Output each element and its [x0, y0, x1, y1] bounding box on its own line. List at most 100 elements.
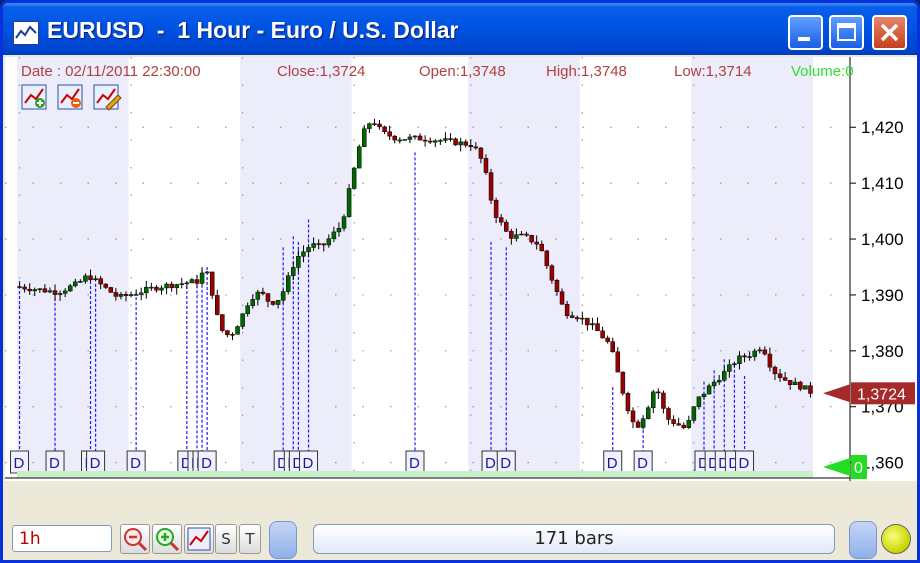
minimize-button[interactable] — [788, 15, 823, 50]
candle — [803, 385, 808, 390]
zoom-out-button[interactable] — [120, 524, 150, 554]
svg-text:D: D — [130, 455, 141, 472]
candle — [666, 406, 671, 425]
candle — [686, 415, 692, 430]
current-price-label: 1,3724 — [857, 386, 906, 403]
candle — [235, 325, 240, 335]
svg-text:D: D — [637, 455, 648, 472]
candle — [585, 317, 590, 331]
candle — [108, 286, 114, 293]
candle — [630, 407, 636, 429]
maximize-button[interactable] — [829, 15, 864, 50]
info-open: Open:1,3748 — [419, 63, 506, 80]
candle — [625, 391, 631, 415]
status-indicator-icon[interactable] — [881, 524, 911, 554]
chart-line-icon[interactable] — [13, 21, 39, 45]
candle — [656, 388, 661, 399]
add-indicator-icon[interactable] — [21, 84, 47, 110]
event-marker[interactable]: D — [603, 450, 623, 474]
price-chart[interactable]: DDDDDDDDDDDDDDDDDDDDDDD 1,4201,4101,4001… — [3, 57, 917, 521]
candle — [220, 314, 225, 333]
candle — [174, 283, 179, 295]
candle — [580, 311, 585, 325]
candle — [443, 132, 448, 143]
candle — [433, 139, 438, 148]
session-shade — [240, 57, 352, 478]
minimize-icon — [798, 37, 810, 41]
event-marker[interactable]: D — [299, 450, 319, 474]
event-marker[interactable]: D — [45, 450, 65, 474]
y-tick-label: 1,400 — [861, 230, 904, 249]
candle — [285, 272, 291, 295]
bars-count-label: 171 bars — [534, 528, 614, 549]
candle — [159, 285, 164, 295]
maximize-icon — [837, 23, 856, 41]
candle — [128, 291, 134, 298]
candle — [661, 390, 666, 414]
info-high: High:1,3748 — [546, 63, 627, 80]
svg-text:D: D — [303, 455, 314, 472]
svg-text:D: D — [500, 455, 511, 472]
svg-text:D: D — [607, 455, 618, 472]
info-close: Close:1,3724 — [277, 63, 365, 80]
edit-indicator-icon[interactable] — [93, 84, 122, 111]
event-marker[interactable]: D — [10, 450, 30, 474]
remove-indicator-icon[interactable] — [57, 84, 83, 110]
candle — [615, 347, 621, 373]
candle — [590, 317, 595, 330]
event-marker[interactable]: D — [633, 450, 653, 474]
candle — [144, 280, 149, 299]
svg-text:D: D — [739, 455, 750, 472]
svg-text:D: D — [409, 455, 420, 472]
event-marker[interactable]: D — [735, 450, 755, 474]
candle — [184, 282, 190, 289]
candle — [681, 422, 686, 430]
scroll-right-handle[interactable] — [849, 521, 877, 559]
info-bar: Date : 02/11/2011 22:30:00 Close:1,3724 … — [21, 63, 854, 80]
svg-text:D: D — [90, 455, 101, 472]
candle — [372, 118, 377, 127]
candle — [356, 144, 362, 169]
price-chart-area[interactable]: DDDDDDDDDDDDDDDDDDDDDDD 1,4201,4101,4001… — [3, 57, 917, 521]
candle — [676, 417, 681, 426]
candle — [209, 271, 215, 300]
event-marker[interactable]: D — [126, 450, 146, 474]
candle — [164, 282, 169, 295]
candle — [362, 125, 367, 147]
info-date: Date : 02/11/2011 22:30:00 — [21, 63, 201, 80]
indicator-button[interactable] — [184, 524, 214, 554]
candle — [154, 284, 159, 293]
candle — [448, 133, 453, 142]
y-tick-label: 1,420 — [861, 118, 904, 137]
candle — [645, 405, 651, 420]
candle — [407, 133, 413, 144]
event-marker[interactable]: D — [86, 450, 106, 474]
event-marker[interactable]: D — [197, 450, 217, 474]
candle — [149, 282, 154, 291]
candle — [199, 267, 205, 285]
candle — [179, 277, 185, 289]
candle — [351, 166, 357, 190]
volume-strip — [17, 471, 813, 477]
event-marker[interactable]: D — [405, 450, 425, 474]
event-marker[interactable]: D — [496, 450, 516, 474]
s-button[interactable]: S — [215, 524, 237, 554]
candle — [671, 415, 676, 427]
svg-text:D: D — [485, 455, 496, 472]
svg-text:D: D — [14, 455, 25, 472]
scroll-left-handle[interactable] — [269, 521, 297, 559]
candle — [377, 119, 382, 130]
candle — [346, 184, 352, 218]
zoom-in-icon — [156, 528, 180, 552]
zoom-in-button[interactable] — [152, 524, 182, 554]
candle — [620, 371, 626, 396]
bars-scrollbar[interactable]: 171 bars — [313, 524, 835, 554]
timeframe-input[interactable]: 1h — [12, 525, 112, 552]
current-price-tag: 1,3724 — [823, 382, 915, 405]
candle — [610, 337, 615, 353]
close-button[interactable] — [872, 15, 907, 50]
t-button[interactable]: T — [239, 524, 261, 554]
title-bar[interactable]: EURUSD - 1 Hour - Euro / U.S. Dollar — [3, 3, 917, 55]
session-shade — [17, 57, 129, 478]
svg-text:D: D — [201, 455, 212, 472]
